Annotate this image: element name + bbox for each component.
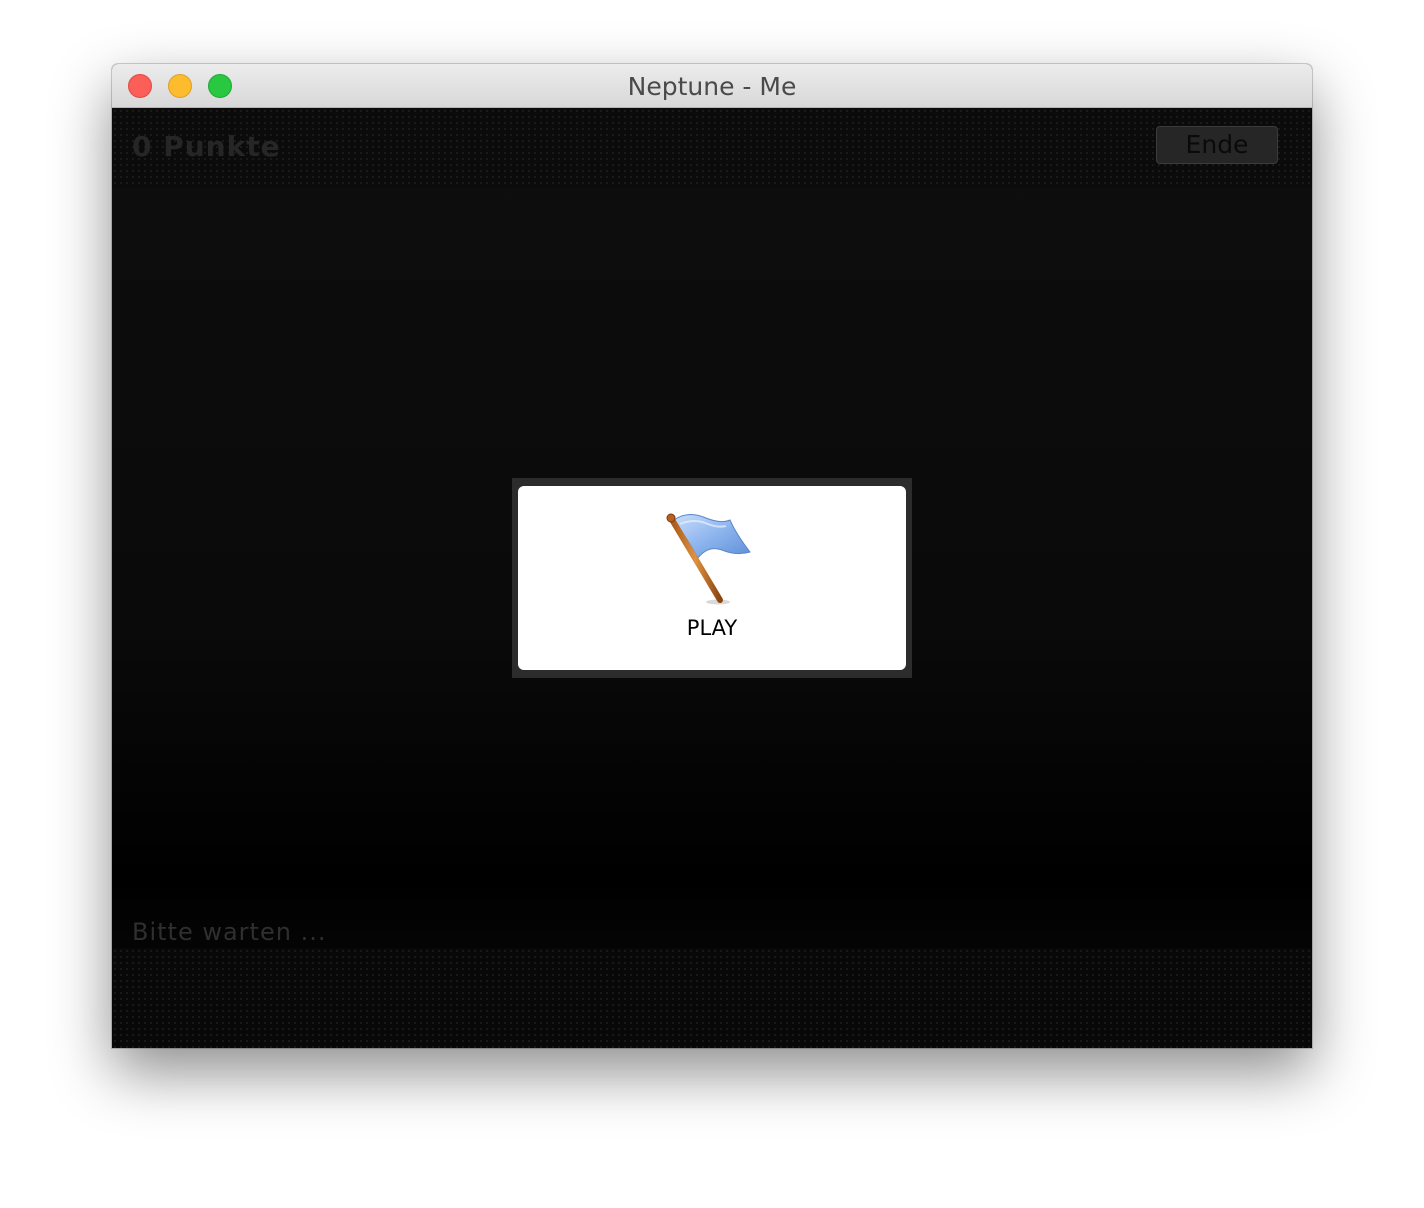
end-button[interactable]: Ende (1156, 126, 1278, 164)
game-area: 0 Punkte Ende PLAY Bitte warten ... (112, 108, 1312, 1048)
score-label: 0 Punkte (132, 130, 281, 163)
title-bar[interactable]: Neptune - Me (112, 64, 1312, 108)
app-window: Neptune - Me 0 Punkte Ende PLAY Bitte wa… (112, 64, 1312, 1048)
window-title: Neptune - Me (627, 72, 797, 101)
play-dialog: PLAY (512, 478, 912, 678)
flag-icon (666, 513, 751, 605)
play-button[interactable]: PLAY (518, 486, 906, 670)
top-bar: 0 Punkte Ende (112, 108, 1312, 188)
play-label: PLAY (686, 616, 738, 640)
status-text: Bitte warten ... (132, 918, 327, 946)
bottom-bar (112, 948, 1312, 1048)
